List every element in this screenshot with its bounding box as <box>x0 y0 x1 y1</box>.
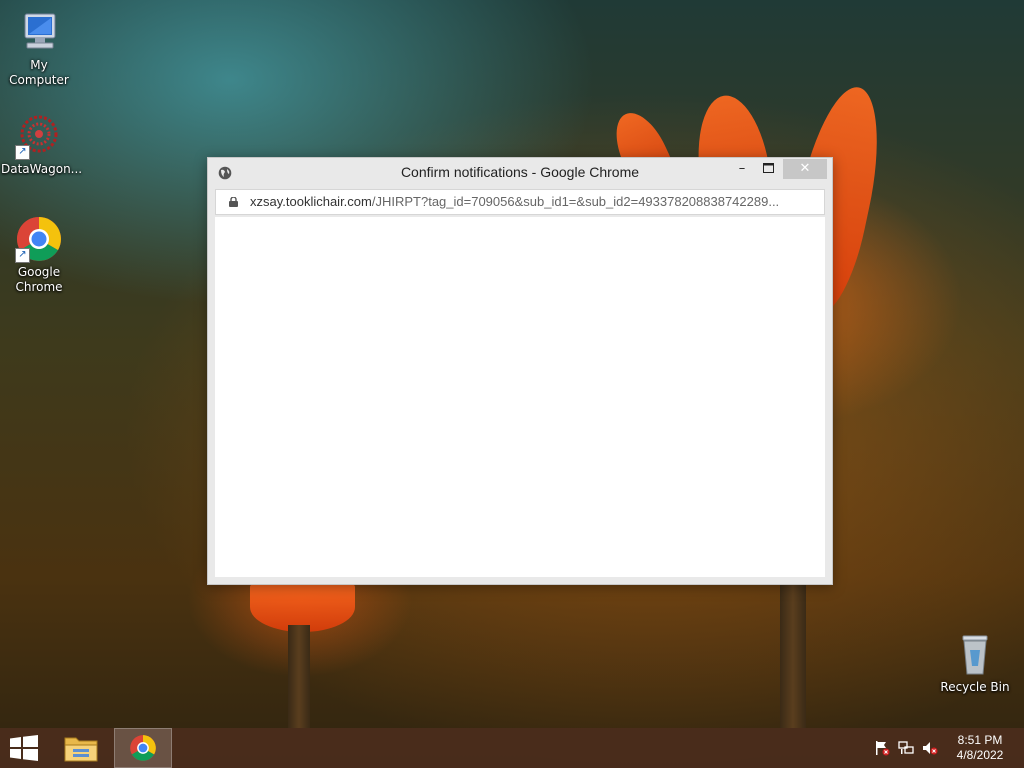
clock-time: 8:51 PM <box>957 733 1003 747</box>
desktop-icon-label: Recycle Bin <box>940 680 1010 694</box>
wallpaper-stem <box>780 585 806 728</box>
folder-icon <box>64 737 98 762</box>
start-button[interactable] <box>0 728 48 768</box>
page-content <box>215 217 825 577</box>
clock-date: 4/8/2022 <box>956 748 1004 762</box>
network-icon[interactable] <box>898 740 914 756</box>
shortcut-arrow-icon: ↗ <box>15 248 30 263</box>
computer-icon <box>15 8 63 56</box>
minimize-button[interactable]: – <box>728 159 756 179</box>
taskbar-file-explorer[interactable] <box>56 728 106 768</box>
wallpaper-stem <box>288 625 310 728</box>
taskbar-google-chrome[interactable] <box>114 728 172 768</box>
chrome-icon: ↗ <box>15 215 63 263</box>
shortcut-arrow-icon: ↗ <box>15 145 30 160</box>
url-host: xzsay.tooklichair.com <box>250 194 372 209</box>
desktop-icon-label: My Computer <box>9 58 69 87</box>
action-center-flag-icon[interactable] <box>874 740 890 756</box>
volume-muted-icon[interactable] <box>922 740 938 756</box>
url-text: xzsay.tooklichair.com/JHIRPT?tag_id=7090… <box>250 190 779 214</box>
windows-logo-icon <box>10 735 38 761</box>
address-bar[interactable]: xzsay.tooklichair.com/JHIRPT?tag_id=7090… <box>215 189 825 215</box>
url-path: /JHIRPT?tag_id=709056&sub_id1=&sub_id2=4… <box>371 194 780 209</box>
title-bar[interactable]: Confirm notifications - Google Chrome – … <box>208 158 832 188</box>
datawagon-icon: ↗ <box>15 112 63 160</box>
recycle-bin-icon <box>951 630 999 678</box>
taskbar-clock[interactable]: 8:51 PM 4/8/2022 <box>944 733 1016 763</box>
desktop-icon-label: Google Chrome <box>15 265 63 294</box>
taskbar: 8:51 PM 4/8/2022 <box>0 728 1024 768</box>
chrome-popup-window[interactable]: Confirm notifications - Google Chrome – … <box>207 157 833 585</box>
maximize-icon <box>762 163 774 173</box>
maximize-button[interactable] <box>754 159 782 179</box>
desktop-icon-my-computer[interactable]: My Computer <box>1 8 77 88</box>
lock-icon <box>229 197 238 207</box>
desktop-icon-recycle-bin[interactable]: Recycle Bin <box>937 630 1013 695</box>
close-button[interactable]: ✕ <box>783 159 827 179</box>
desktop-icon-datawagon[interactable]: ↗ DataWagon... <box>1 112 83 177</box>
desktop-icon-label: DataWagon... <box>1 162 83 176</box>
desktop-icon-google-chrome[interactable]: ↗ Google Chrome <box>1 215 77 295</box>
chrome-icon <box>130 735 156 761</box>
